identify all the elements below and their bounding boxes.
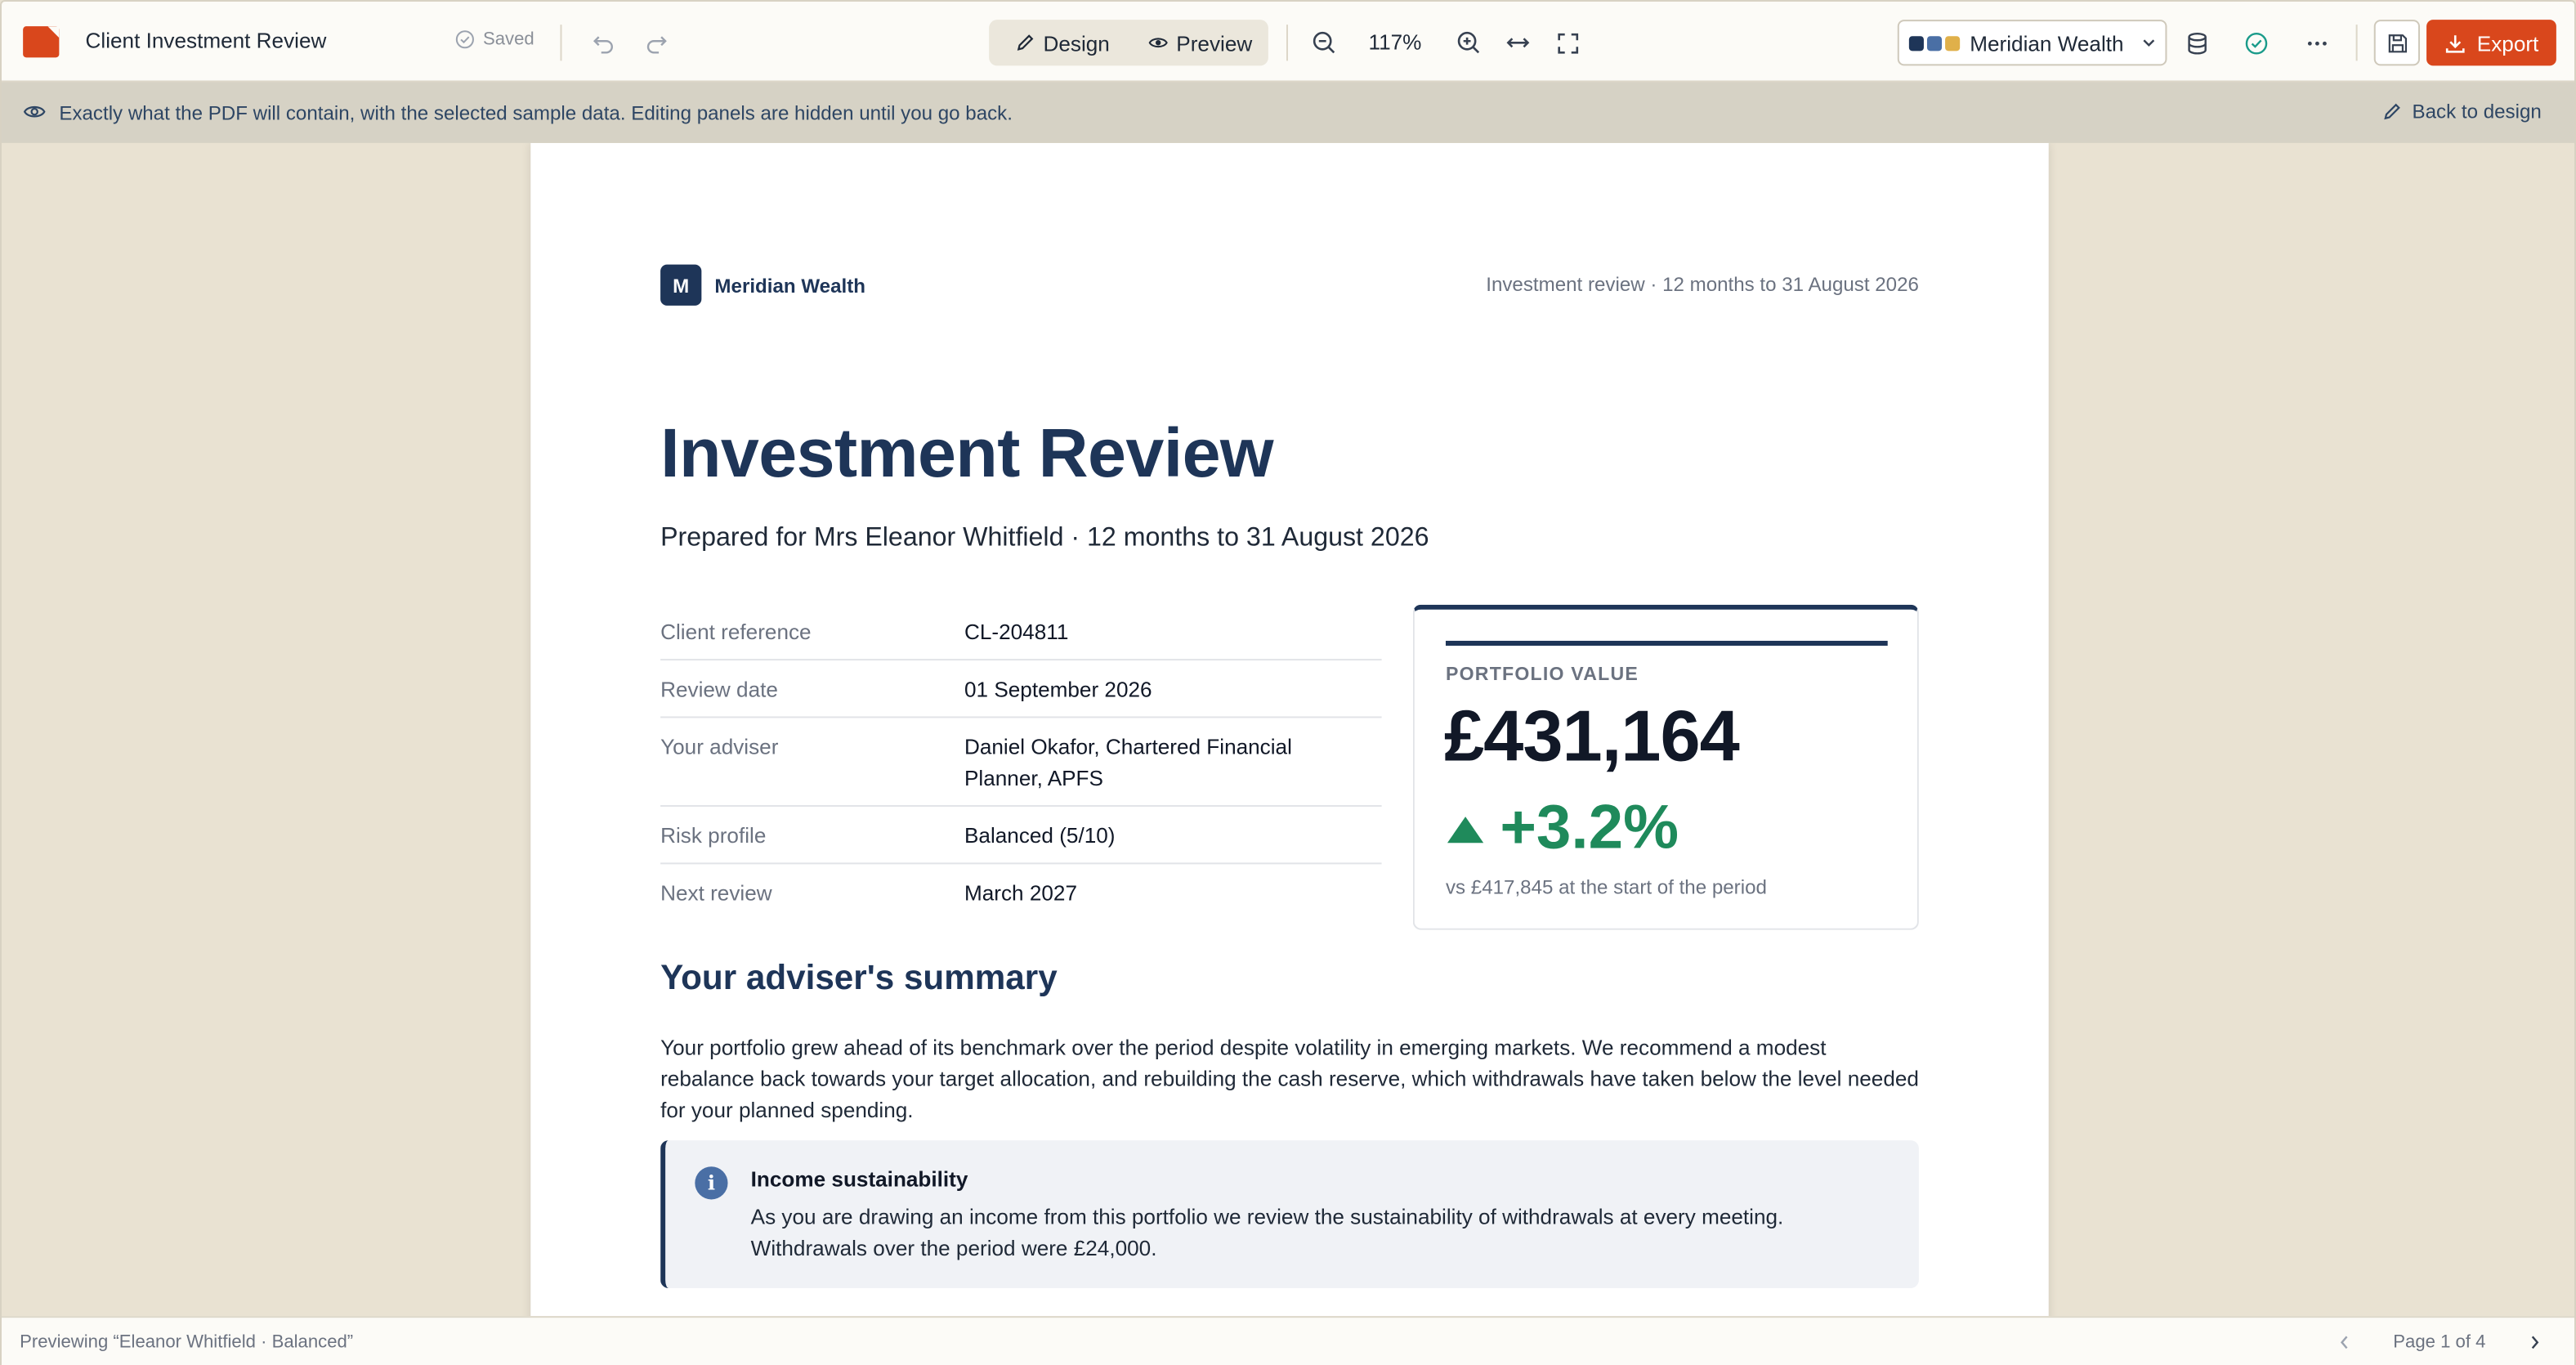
fact-label: Review date	[660, 677, 778, 702]
summary-heading: Your adviser's summary	[660, 959, 1058, 998]
more-options-button[interactable]	[2295, 21, 2337, 64]
brand-select-label: Meridian Wealth	[1970, 30, 2124, 56]
fit-width-icon	[1506, 38, 1530, 48]
toolbar-divider	[560, 25, 562, 61]
save-button[interactable]	[2373, 20, 2421, 66]
zoom-in-icon	[1457, 31, 1480, 54]
fact-value: 01 September 2026	[964, 677, 1152, 702]
status-bar: Previewing “Eleanor Whitfield · Balanced…	[2, 1316, 2574, 1365]
fact-label: Client reference	[660, 619, 812, 644]
fullscreen-icon	[1557, 32, 1578, 53]
fact-value: Daniel Okafor, Chartered Financial Plann…	[964, 734, 1292, 790]
download-icon	[2445, 34, 2465, 52]
fact-label: Next review	[660, 880, 772, 906]
callout-title: Income sustainability	[750, 1166, 968, 1192]
save-status: Saved	[455, 29, 534, 49]
document-header-period: Investment review · 12 months to 31 Augu…	[1486, 272, 1919, 296]
toolbar-divider	[2355, 25, 2358, 61]
undo-button[interactable]	[582, 21, 624, 64]
card-accent-rule	[1445, 640, 1888, 647]
fact-row: Your adviser Daniel Okafor, Chartered Fi…	[660, 718, 1382, 808]
pencil-icon	[2384, 103, 2401, 120]
preview-banner-text: Exactly what the PDF will contain, with …	[59, 101, 1013, 125]
fact-row: Risk profile Balanced (5/10)	[660, 807, 1382, 865]
zoom-level: 117%	[1368, 29, 1422, 55]
document-page: M Meridian Wealth Investment review · 12…	[530, 142, 2049, 1317]
fact-row: Client reference CL-204811	[660, 603, 1382, 661]
top-toolbar: Client Investment Review Saved Design Pr…	[2, 2, 2574, 83]
data-source-button[interactable]	[2176, 21, 2218, 64]
summary-paragraph: Your portfolio grew ahead of its benchma…	[660, 1035, 1919, 1122]
redo-button[interactable]	[634, 21, 677, 64]
brand-name: Meridian Wealth	[714, 274, 865, 298]
fact-value: Balanced (5/10)	[964, 823, 1116, 848]
fit-width-button[interactable]	[1496, 21, 1539, 64]
page-indicator: Page 1 of 4	[2393, 1332, 2486, 1353]
preview-mode-button[interactable]: Preview	[1135, 25, 1265, 60]
chevron-down-icon	[2142, 39, 2154, 47]
fact-row: Review date 01 September 2026	[660, 660, 1382, 718]
document-title: Investment Review	[660, 414, 1274, 492]
next-page-button[interactable]	[2522, 1327, 2548, 1357]
save-icon	[2387, 34, 2407, 52]
more-horizontal-icon	[2306, 40, 2326, 45]
fact-row: Next review March 2027	[660, 864, 1381, 920]
app-logo-icon[interactable]	[23, 26, 60, 58]
income-callout: i Income sustainability As you are drawi…	[660, 1140, 1919, 1288]
undo-icon	[592, 35, 612, 53]
zoom-out-button[interactable]	[1303, 21, 1345, 64]
saved-label: Saved	[482, 29, 534, 50]
zoom-in-button[interactable]	[1447, 21, 1490, 64]
design-label: Design	[1043, 30, 1110, 56]
validation-status-button[interactable]	[2234, 21, 2277, 64]
preview-banner: Exactly what the PDF will contain, with …	[2, 82, 2574, 143]
redo-icon	[646, 35, 666, 53]
portfolio-change-value: +3.2%	[1500, 793, 1679, 863]
pencil-icon	[1017, 34, 1034, 51]
info-icon: i	[695, 1166, 728, 1200]
export-label: Export	[2476, 30, 2539, 56]
design-mode-button[interactable]: Design	[1002, 25, 1123, 60]
fact-label: Your adviser	[660, 734, 779, 759]
back-to-design-label: Back to design	[2412, 100, 2542, 123]
eye-icon	[1148, 38, 1168, 48]
preview-label: Preview	[1176, 30, 1253, 56]
previewing-sample-label: Previewing “Eleanor Whitfield · Balanced…	[20, 1332, 354, 1353]
client-facts-table: Client reference CL-204811 Review date 0…	[660, 603, 1382, 920]
zoom-out-icon	[1313, 31, 1335, 54]
eye-icon	[23, 105, 46, 118]
portfolio-value-amount: £431,164	[1443, 696, 1740, 777]
fact-value: March 2027	[964, 880, 1078, 906]
fact-label: Risk profile	[660, 823, 767, 848]
document-subtitle: Prepared for Mrs Eleanor Whitfield · 12 …	[660, 524, 1429, 553]
export-button[interactable]: Export	[2426, 20, 2556, 66]
brand-swatch-blue	[1926, 35, 1943, 51]
brand-swatches	[1908, 35, 1961, 51]
brand-swatch-gold	[1945, 35, 1961, 51]
callout-text: As you are drawing an income from this p…	[750, 1204, 1784, 1260]
up-triangle-icon	[1447, 816, 1484, 843]
portfolio-change: +3.2%	[1447, 794, 1679, 864]
page-navigator: Page 1 of 4	[2331, 1327, 2548, 1357]
brand-logo-mark: M	[660, 264, 702, 306]
app-window: Client Investment Review Saved Design Pr…	[0, 0, 2576, 1365]
back-to-design-link[interactable]: Back to design	[2382, 100, 2542, 123]
chevron-left-icon	[2340, 1336, 2347, 1349]
database-icon	[2187, 31, 2206, 54]
previous-page-button[interactable]	[2331, 1327, 2357, 1357]
portfolio-value-card: PORTFOLIO VALUE £431,164 +3.2% vs £417,8…	[1412, 604, 1919, 930]
brand-select[interactable]: Meridian Wealth	[1897, 20, 2167, 66]
fullscreen-button[interactable]	[1546, 21, 1589, 64]
document-canvas[interactable]: M Meridian Wealth Investment review · 12…	[2, 142, 2574, 1317]
mode-switch: Design Preview	[989, 20, 1268, 66]
check-circle-icon	[2244, 31, 2267, 54]
chevron-right-icon	[2531, 1336, 2539, 1349]
document-title[interactable]: Client Investment Review	[86, 28, 327, 52]
fact-value: CL-204811	[964, 619, 1069, 644]
toolbar-divider	[1286, 25, 1288, 61]
check-circle-icon	[455, 30, 474, 49]
portfolio-change-note: vs £417,845 at the start of the period	[1445, 875, 1767, 899]
brand-swatch-navy	[1908, 35, 1924, 51]
portfolio-value-label: PORTFOLIO VALUE	[1445, 665, 1639, 686]
